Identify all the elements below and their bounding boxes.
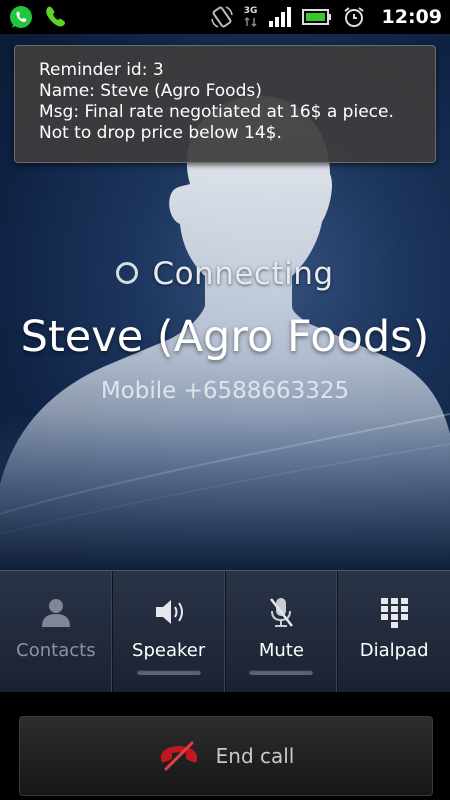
alarm-icon [342, 5, 366, 29]
reminder-toast: Reminder id: 3 Name: Steve (Agro Foods) … [14, 45, 436, 163]
mute-icon [264, 595, 298, 633]
signal-icon [268, 6, 292, 28]
call-status: Connecting [0, 256, 450, 292]
whatsapp-icon [8, 4, 34, 30]
network-3g-icon: 3G [243, 5, 258, 28]
reminder-message-cont: Not to drop price below 14$. [39, 123, 282, 143]
battery-icon [301, 7, 332, 27]
speaker-button[interactable]: Speaker [113, 571, 226, 693]
contacts-button[interactable]: Contacts [0, 571, 113, 693]
end-call-bar: End call [0, 692, 450, 800]
dialpad-label: Dialpad [359, 640, 429, 661]
dialpad-icon [377, 595, 411, 633]
mute-toggle-indicator [249, 670, 314, 675]
in-call-actions: Contacts Speaker Mute Dialpad [0, 570, 450, 693]
mute-button[interactable]: Mute [226, 571, 339, 693]
speaker-label: Speaker [132, 640, 206, 661]
end-call-button[interactable]: End call [19, 716, 433, 796]
end-call-icon [158, 741, 200, 771]
progress-spinner-icon [116, 261, 139, 284]
rotate-icon [210, 5, 234, 29]
mute-label: Mute [258, 640, 304, 661]
end-call-label: End call [215, 744, 295, 768]
dialpad-button[interactable]: Dialpad [338, 571, 450, 693]
network-type-label: 3G [243, 5, 258, 16]
contacts-label: Contacts [16, 640, 96, 661]
speaker-toggle-indicator [136, 670, 201, 675]
status-bar: 3G 12:09 [0, 0, 450, 34]
call-status-label: Connecting [152, 256, 334, 292]
contacts-icon [39, 595, 73, 633]
clock: 12:09 [381, 6, 442, 28]
phone-icon [42, 4, 68, 30]
reminder-id: Reminder id: 3 [39, 60, 164, 80]
speaker-icon [152, 595, 186, 633]
caller-number: Mobile +6588663325 [100, 378, 350, 404]
reminder-message: Msg: Final rate negotiated at 16$ a piec… [39, 102, 394, 122]
reminder-name: Name: Steve (Agro Foods) [39, 81, 262, 101]
caller-name: Steve (Agro Foods) [20, 312, 430, 362]
